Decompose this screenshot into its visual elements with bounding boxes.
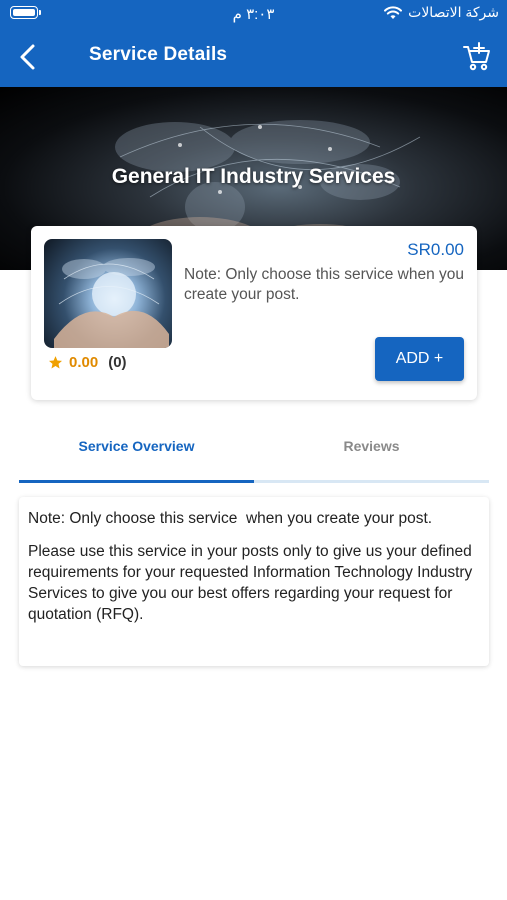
back-chevron-icon[interactable] — [14, 42, 44, 72]
carrier-group: شركة الاتصالات — [384, 4, 499, 21]
globe-hand-image — [54, 258, 169, 348]
service-price: SR0.00 — [407, 240, 464, 259]
nav-bar: Service Details — [0, 28, 507, 87]
add-button[interactable]: ADD + — [375, 337, 464, 381]
overview-note: Note: Only choose this service when you … — [28, 510, 433, 527]
tab-bar: Service Overview Reviews — [19, 426, 489, 484]
tab-reviews[interactable]: Reviews — [254, 426, 489, 466]
page-title: Service Details — [89, 44, 228, 65]
tab-active-indicator — [19, 480, 254, 483]
overview-description: Please use this service in your posts on… — [28, 543, 473, 623]
service-banner-title: General IT Industry Services — [111, 165, 396, 188]
star-icon — [49, 356, 62, 369]
carrier-name: شركة الاتصالات — [408, 4, 499, 20]
tab-service-overview[interactable]: Service Overview — [19, 426, 254, 466]
cart-add-icon[interactable] — [463, 41, 491, 71]
service-card: SR0.00 Note: Only choose this service wh… — [31, 226, 477, 400]
service-thumbnail — [44, 239, 172, 348]
service-note: Note: Only choose this service when you … — [184, 266, 464, 303]
rating-value: 0.00 — [69, 354, 99, 371]
rating-count: (0) — [108, 354, 127, 371]
wifi-icon — [384, 5, 403, 19]
overview-panel: Note: Only choose this service when you … — [19, 497, 489, 666]
status-bar: ٣:٠٣ م شركة الاتصالات — [0, 0, 507, 28]
rating-row: 0.00 (0) — [48, 354, 127, 371]
